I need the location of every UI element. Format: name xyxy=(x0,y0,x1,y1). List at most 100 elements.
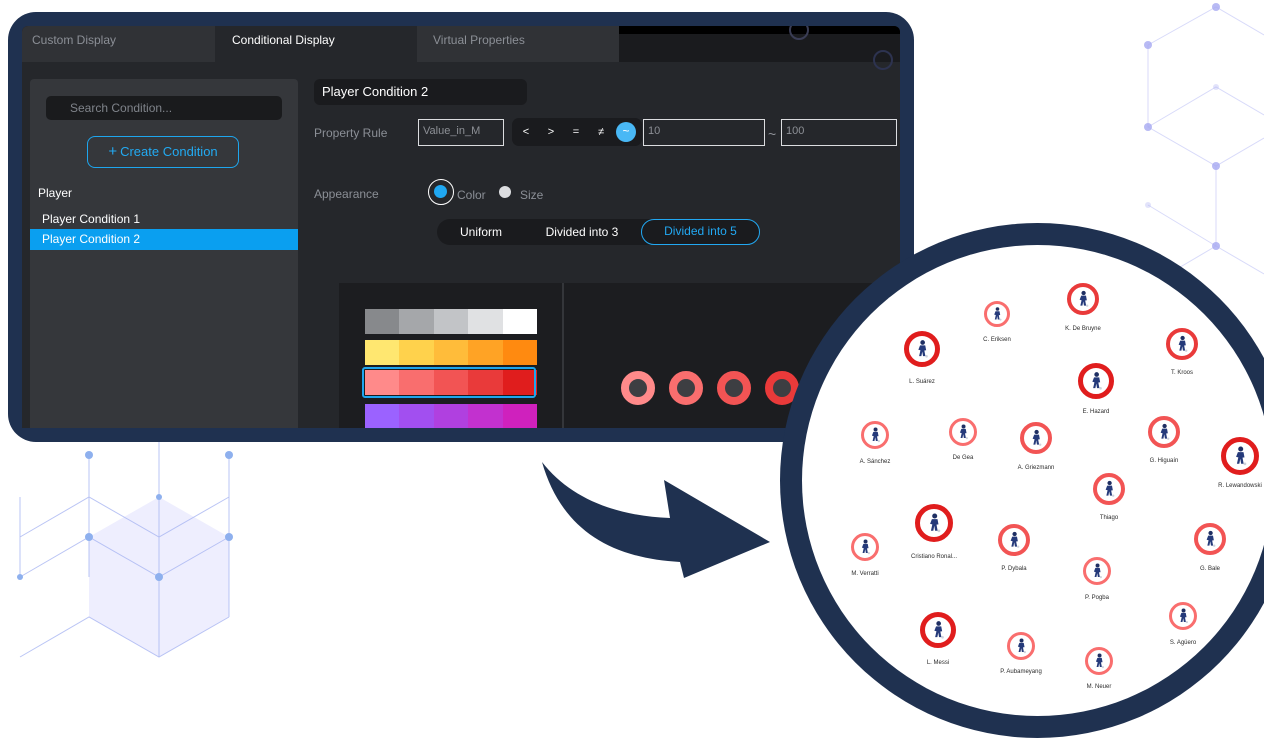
player-marker[interactable]: A. Sánchez xyxy=(860,421,890,465)
player-figure-icon xyxy=(930,513,941,533)
player-marker[interactable]: G. Bale xyxy=(1194,523,1226,572)
palette-gray[interactable] xyxy=(365,309,538,334)
player-avatar xyxy=(1083,557,1111,585)
palette-yellow[interactable] xyxy=(365,340,538,365)
player-marker[interactable]: S. Agüero xyxy=(1169,602,1197,646)
divided-into-5-option[interactable]: Divided into 5 xyxy=(641,219,760,245)
player-avatar xyxy=(904,331,940,367)
size-radio[interactable] xyxy=(499,186,511,198)
player-marker[interactable]: De Gea xyxy=(949,418,977,461)
player-avatar xyxy=(920,612,956,648)
player-avatar xyxy=(1078,363,1114,399)
tab-conditional-display[interactable]: Conditional Display xyxy=(215,26,417,62)
player-marker[interactable]: R. Lewandowski xyxy=(1218,437,1262,489)
operator-range[interactable]: ~ xyxy=(616,122,636,142)
condition-group-label: Player xyxy=(38,186,73,200)
player-figure-icon xyxy=(1032,429,1042,446)
player-figure-icon xyxy=(918,340,928,358)
app-screen: Custom Display Conditional Display Virtu… xyxy=(22,26,900,428)
property-rule-label: Property Rule xyxy=(314,126,388,140)
division-selector: Uniform Divided into 3 Divided into 5 xyxy=(437,219,760,245)
operator-equal[interactable]: = xyxy=(565,118,587,146)
player-map: K. De Bruyne C. Eriksen T. Kroos L. Suár… xyxy=(802,245,1264,716)
player-name: G. Bale xyxy=(1199,566,1221,572)
preview-dot-2 xyxy=(669,371,703,405)
search-input[interactable]: Search Condition... xyxy=(46,96,282,120)
player-avatar xyxy=(1007,632,1035,660)
player-avatar xyxy=(1166,328,1198,360)
player-marker[interactable]: P. Aubameyang xyxy=(1000,632,1042,675)
player-name: G. Higuaín xyxy=(1149,458,1179,464)
operator-greater-than[interactable]: > xyxy=(540,118,562,146)
condition-name-field[interactable]: Player Condition 2 xyxy=(314,79,527,105)
player-marker[interactable]: K. De Bruyne xyxy=(1065,283,1101,332)
app-window-frame: Custom Display Conditional Display Virtu… xyxy=(8,12,914,442)
player-marker[interactable]: L. Suárez xyxy=(904,331,940,385)
operator-group: < > = ≠ ~ xyxy=(512,118,642,146)
sidebar-item-player-condition-2[interactable]: Player Condition 2 xyxy=(30,229,298,250)
player-marker[interactable]: A. Griezmann xyxy=(1018,422,1054,471)
condition-sidebar: Search Condition... + Create Condition Pl… xyxy=(30,79,298,428)
range-separator: ~ xyxy=(768,126,777,142)
player-marker[interactable]: P. Dybala xyxy=(998,524,1030,572)
player-figure-icon xyxy=(1092,372,1102,390)
player-figure-icon xyxy=(1179,608,1188,624)
divided-into-3-option[interactable]: Divided into 3 xyxy=(529,219,635,245)
curved-arrow-icon xyxy=(542,462,770,578)
player-name: Thiago xyxy=(1099,515,1119,521)
preview-dot-1 xyxy=(621,371,655,405)
create-condition-button[interactable]: + Create Condition xyxy=(87,136,239,168)
tab-custom-display[interactable]: Custom Display xyxy=(22,26,215,62)
appearance-label: Appearance xyxy=(314,187,379,201)
player-avatar xyxy=(1194,523,1226,555)
player-name: S. Agüero xyxy=(1169,640,1197,646)
player-name: K. De Bruyne xyxy=(1065,326,1101,332)
player-name: A. Griezmann xyxy=(1017,465,1055,471)
player-marker[interactable]: P. Pogba xyxy=(1083,557,1111,601)
player-name: M. Neuer xyxy=(1086,684,1112,690)
min-value-input[interactable]: 10 xyxy=(643,119,765,146)
player-marker[interactable]: Cristiano Ronal... xyxy=(911,504,957,560)
player-avatar xyxy=(1085,647,1113,675)
player-avatar xyxy=(1093,473,1125,505)
color-radio[interactable] xyxy=(428,179,454,205)
player-marker[interactable]: M. Neuer xyxy=(1085,647,1113,690)
player-name: P. Pogba xyxy=(1085,595,1109,601)
player-figure-icon xyxy=(1206,530,1216,547)
player-name: L. Messi xyxy=(926,660,950,666)
player-figure-icon xyxy=(1017,638,1026,654)
player-marker[interactable]: M. Verratti xyxy=(851,533,879,577)
player-avatar xyxy=(1169,602,1197,630)
operator-less-than[interactable]: < xyxy=(515,118,537,146)
player-figure-icon xyxy=(994,307,1002,321)
create-condition-label: Create Condition xyxy=(120,144,218,159)
selected-palette-outline xyxy=(362,367,536,398)
player-figure-icon xyxy=(1178,335,1188,352)
player-figure-icon xyxy=(934,621,944,639)
palette-purple[interactable] xyxy=(365,404,538,428)
player-figure-icon xyxy=(1079,290,1089,307)
player-name: A. Sánchez xyxy=(859,459,891,465)
player-marker[interactable]: Thiago xyxy=(1093,473,1125,521)
operator-not-equal[interactable]: ≠ xyxy=(590,118,612,146)
player-name: P. Dybala xyxy=(1001,566,1027,572)
player-name: C. Eriksen xyxy=(983,337,1011,343)
player-figure-icon xyxy=(871,427,880,443)
uniform-option[interactable]: Uniform xyxy=(437,219,525,245)
tab-bar-background xyxy=(619,26,900,70)
player-figure-icon xyxy=(959,424,968,440)
player-avatar xyxy=(984,301,1010,327)
max-value-input[interactable]: 100 xyxy=(781,119,897,146)
player-marker[interactable]: C. Eriksen xyxy=(983,301,1011,343)
tab-virtual-properties[interactable]: Virtual Properties xyxy=(417,26,619,62)
player-avatar xyxy=(949,418,977,446)
property-select[interactable]: Value_in_M xyxy=(418,119,504,146)
player-avatar xyxy=(861,421,889,449)
player-marker[interactable]: E. Hazard xyxy=(1078,363,1114,415)
player-figure-icon xyxy=(1160,423,1170,440)
size-option-label: Size xyxy=(520,188,544,202)
player-marker[interactable]: G. Higuaín xyxy=(1148,416,1180,464)
sidebar-item-player-condition-1[interactable]: Player Condition 1 xyxy=(30,209,298,230)
player-marker[interactable]: L. Messi xyxy=(920,612,956,666)
player-marker[interactable]: T. Kroos xyxy=(1166,328,1198,376)
